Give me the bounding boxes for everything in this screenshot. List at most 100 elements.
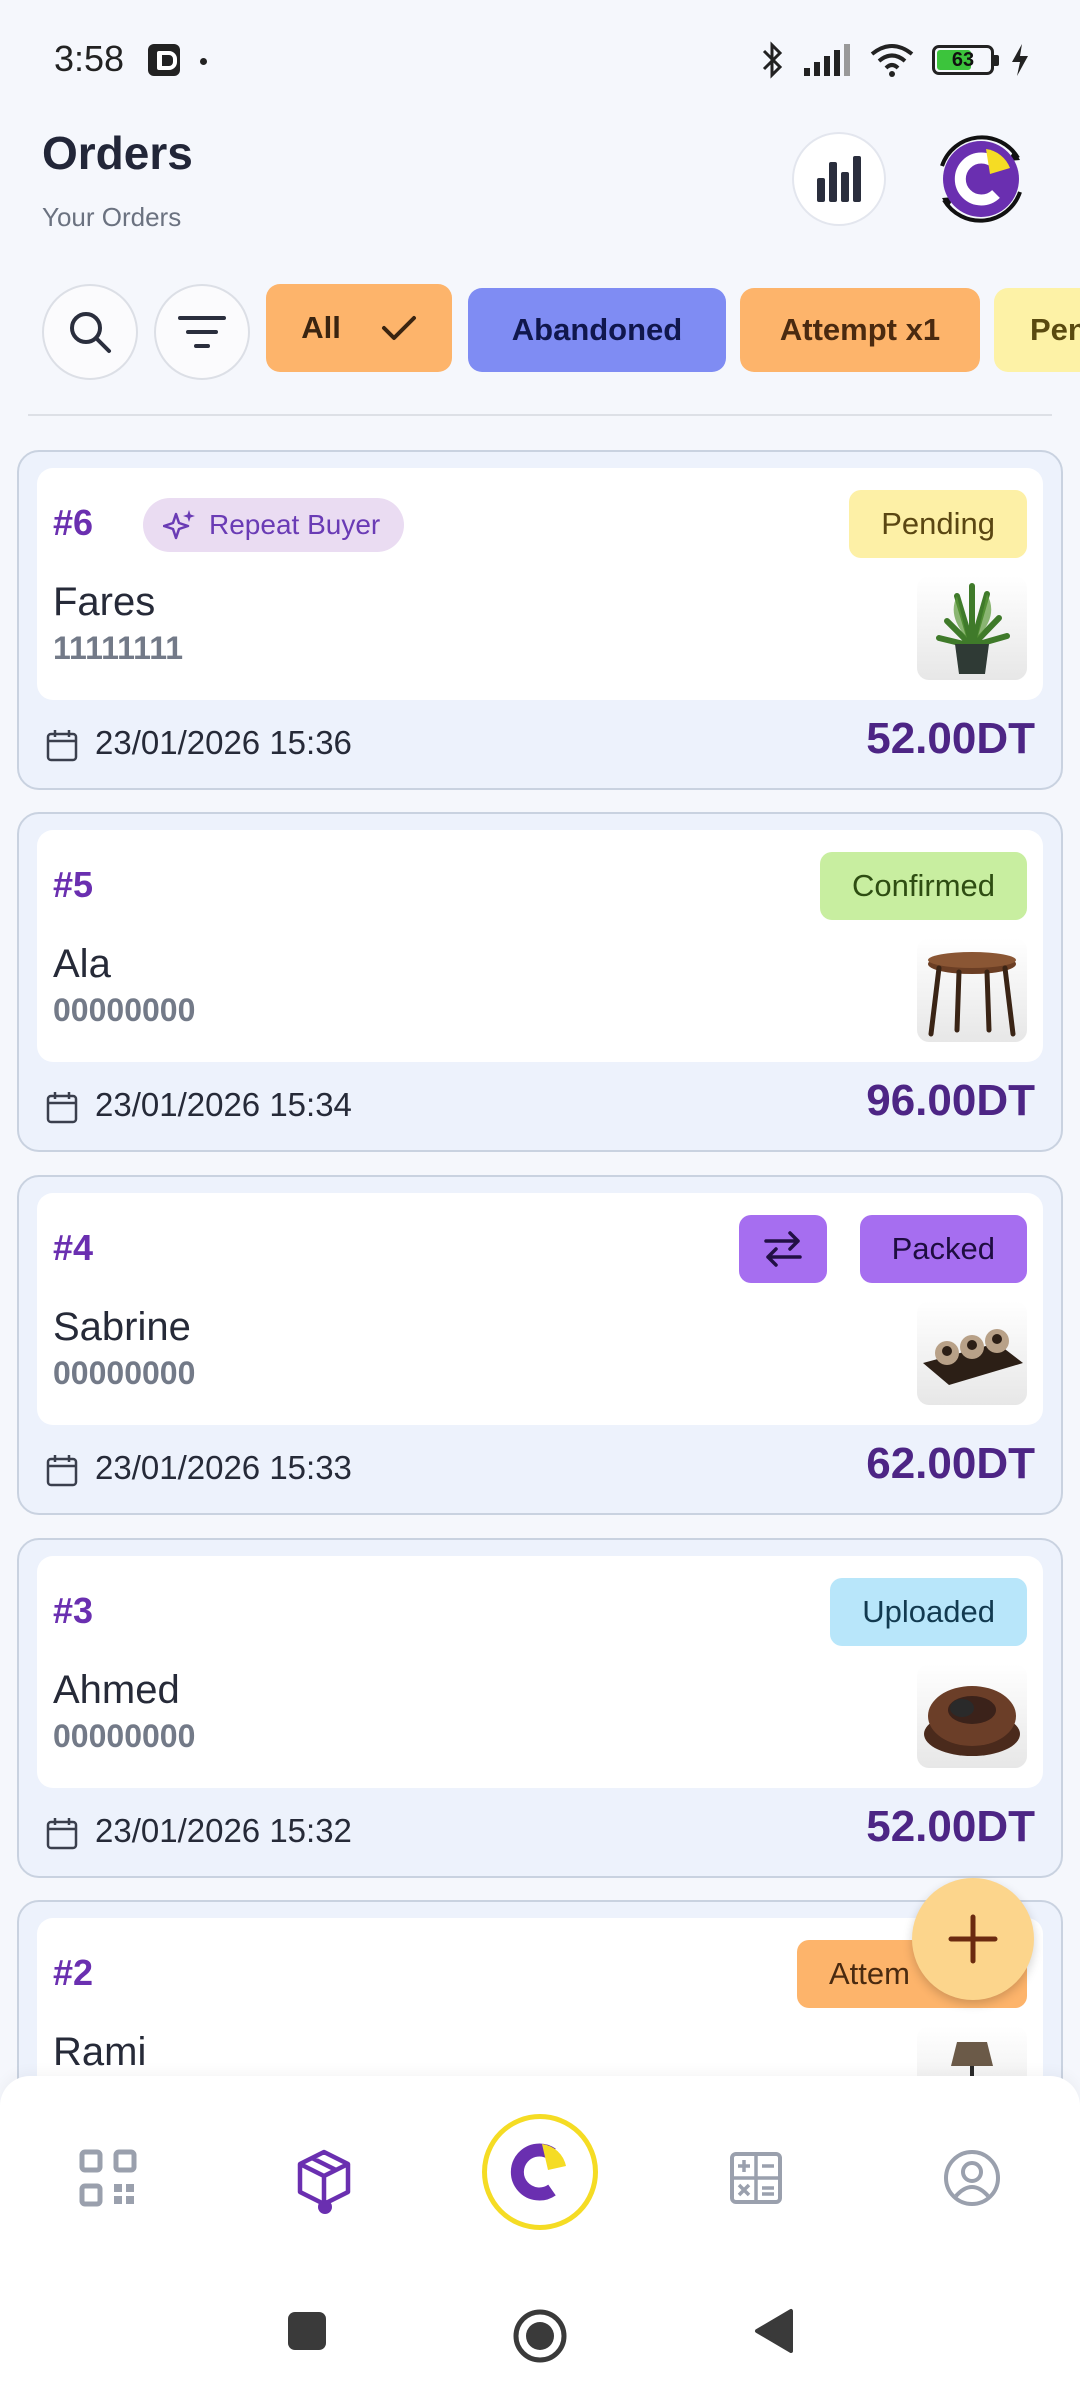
status-label: Attem [829,1956,910,1991]
customer-phone: 11111111 [53,630,184,666]
notification-dot-icon [200,58,207,65]
signal-icon [804,44,850,76]
customer-phone: 00000000 [53,992,196,1028]
qr-code-icon [79,2149,137,2207]
status-label: Uploaded [862,1594,995,1629]
order-total: 52.00DT [866,1802,1035,1851]
order-date: 23/01/2026 15:32 [95,1812,352,1849]
customer-name: Ahmed [53,1668,180,1712]
status-badge[interactable]: Packed [859,1215,1027,1283]
box-icon [297,2149,351,2207]
calendar-icon [46,1092,78,1124]
nav-home[interactable] [482,2114,598,2230]
check-icon [381,316,416,340]
battery-level: 63 [951,49,975,71]
status-label: Packed [891,1231,995,1266]
status-badge[interactable]: Confirmed [820,852,1027,920]
filter-chip-abandoned[interactable]: Abandoned [468,288,726,372]
order-card-body: #5 Confirmed Ala 00000000 [37,830,1043,1062]
order-total: 62.00DT [866,1439,1035,1488]
charging-icon [1012,44,1028,76]
active-indicator [318,2200,332,2214]
notification-app-icon [148,44,180,76]
back-triangle-icon [755,2309,793,2353]
customer-name: Rami [53,2030,147,2074]
order-id: #2 [53,1952,94,1993]
nav-scan[interactable] [68,2138,148,2218]
order-card[interactable]: #6 Repeat Buyer Pending Fares 11111111 2… [17,450,1063,790]
filter-chip-attempt[interactable]: Attempt x1 [740,288,980,372]
order-date: 23/01/2026 15:33 [95,1449,352,1486]
chip-label: Abandoned [511,312,683,347]
exchange-button[interactable] [739,1215,827,1283]
customer-phone: 00000000 [53,1718,196,1754]
chip-label: Attempt x1 [779,312,941,347]
order-date: 23/01/2026 15:34 [95,1086,352,1123]
nav-calculator[interactable] [716,2138,796,2218]
order-card-body: #4 Packed Sabrine 00000000 [37,1193,1043,1425]
order-id: #5 [53,864,94,905]
app-logo-icon [940,135,1022,223]
repeat-buyer-label: Repeat Buyer [209,509,381,540]
sync-logo-button[interactable] [930,128,1032,230]
wifi-icon [870,44,914,77]
chip-label: Pen [1030,312,1080,347]
divider [28,414,1052,416]
nav-profile[interactable] [932,2138,1012,2218]
home-logo-icon [510,2143,566,2201]
chip-label: All [301,310,341,345]
bean-bag-image [924,1686,1020,1756]
order-id: #3 [53,1590,94,1631]
plant-image [936,583,1010,674]
statistics-button[interactable] [792,132,886,226]
product-thumbnail-candle-holder [917,1301,1027,1405]
status-label: Confirmed [852,868,995,903]
status-icons: 63 [760,38,1030,82]
swap-arrows-icon [764,1231,802,1267]
status-time: 3:58 [54,38,125,79]
order-card-body: #3 Uploaded Ahmed 00000000 [37,1556,1043,1788]
filter-button[interactable] [154,284,250,380]
status-bar: 3:58 63 [0,0,1080,120]
side-table-image [928,952,1016,1037]
circle-home-icon [513,2309,567,2363]
search-button[interactable] [42,284,138,380]
page-title: Orders [42,127,193,179]
filter-row: All Abandoned Attempt x1 Pen [42,284,1080,384]
back-button[interactable] [748,2306,798,2356]
sparkle-icon [163,510,195,540]
filter-chip-pending[interactable]: Pen [994,288,1080,372]
calculator-icon [730,2152,782,2204]
order-card[interactable]: #3 Uploaded Ahmed 00000000 23/01/2026 15… [17,1538,1063,1878]
order-date: 23/01/2026 15:36 [95,724,352,761]
status-badge[interactable]: Pending [849,490,1027,558]
calendar-icon [46,730,78,762]
page-subtitle: Your Orders [42,202,182,232]
battery-icon: 63 [932,45,999,75]
order-total: 96.00DT [866,1076,1035,1125]
calendar-icon [46,1818,78,1850]
plus-icon [948,1914,998,1964]
home-system-button[interactable] [510,2306,570,2366]
status-badge[interactable]: Uploaded [830,1578,1027,1646]
add-order-button[interactable] [912,1878,1034,2000]
filter-icon [178,316,226,348]
repeat-buyer-badge: Repeat Buyer [143,498,405,552]
order-id: #4 [53,1227,94,1268]
customer-phone: 00000000 [53,1355,196,1391]
order-total: 52.00DT [866,714,1035,763]
product-thumbnail-table [917,938,1027,1042]
square-icon [288,2312,326,2350]
candle-holder-image [923,1329,1023,1385]
product-thumbnail-plant [917,576,1027,680]
order-id: #6 [53,502,94,543]
profile-icon [944,2150,1000,2206]
order-card[interactable]: #4 Packed Sabrine 00000000 23/01/2026 15… [17,1175,1063,1515]
recent-apps-button[interactable] [282,2306,332,2356]
search-icon [70,312,111,353]
bluetooth-icon [762,41,783,79]
filter-chip-all[interactable]: All [266,284,452,372]
calendar-icon [46,1455,78,1487]
customer-name: Fares [53,580,156,624]
order-card[interactable]: #5 Confirmed Ala 00000000 23/01/2026 15:… [17,812,1063,1152]
